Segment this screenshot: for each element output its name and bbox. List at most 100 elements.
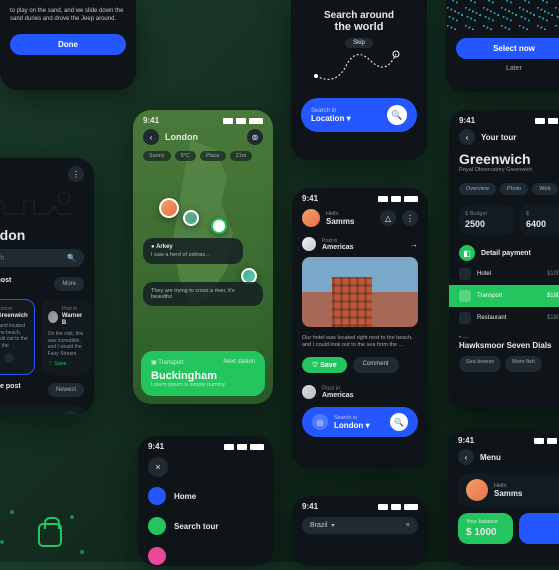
chip-place[interactable]: Place (200, 151, 226, 161)
comment-button[interactable]: Comment (353, 357, 399, 373)
filter-icon[interactable]: ⋮ (68, 166, 84, 182)
card-label: Transport (158, 360, 183, 366)
post-card-tower[interactable]: Post in Tower of London → (0, 405, 86, 414)
map-message-1[interactable]: ● Arkey I saw a herd of zebras... (143, 238, 243, 264)
target-icon: ◎ (312, 414, 328, 430)
phone-search-brazil: 9:41 Brazil ▾ × (292, 496, 428, 566)
clear-icon[interactable]: × (406, 522, 410, 529)
user-avatar[interactable] (302, 209, 320, 227)
menu-item-home[interactable]: Home (138, 481, 274, 511)
chevron-down-icon: ▾ (347, 114, 351, 123)
chip-sunny[interactable]: Sunny (143, 151, 171, 161)
newest-button[interactable]: Newest (48, 383, 84, 397)
tour-subtitle: Royal Observatory Greenwich (459, 167, 559, 173)
signal-icon (378, 504, 388, 510)
phone-menu: 9:41 × Home Search tour (138, 436, 274, 566)
detail-payment-label: Detail payment (481, 250, 531, 257)
tab-overview[interactable]: Overview (459, 183, 496, 195)
path-doodle (291, 46, 427, 90)
more-button[interactable]: More (54, 277, 84, 291)
search-icon: 🔍 (67, 254, 76, 262)
place-name: Hawksmoor Seven Dials (459, 341, 559, 350)
msg-author: Arkey (156, 244, 173, 250)
post-body: I visited and located right to the beach… (0, 323, 28, 349)
arrow-right-icon[interactable]: → (410, 240, 418, 249)
status-time: 9:41 (143, 116, 159, 125)
secondary-block[interactable] (519, 513, 559, 544)
back-button[interactable]: ‹ (458, 449, 474, 465)
back-button[interactable]: ‹ (143, 129, 159, 145)
phone-tour-greenwich: 9:41 ‹ Your tour Greenwich Royal Observa… (449, 110, 559, 410)
menu-item-3[interactable] (138, 541, 274, 566)
lock-decoration (0, 500, 110, 570)
location-icon[interactable]: ⊚ (247, 129, 263, 145)
search-input[interactable]: Search 🔍 (0, 249, 84, 267)
wifi-icon (548, 118, 558, 124)
destination-card[interactable]: ▣ Transport Next station Buckingham Lore… (141, 351, 265, 396)
map-pin-3[interactable] (211, 218, 227, 234)
later-link[interactable]: Later (456, 65, 559, 72)
battery-icon (404, 504, 418, 510)
menu-item-search-tour[interactable]: Search tour (138, 511, 274, 541)
wifi-icon (237, 444, 247, 450)
user-avatar (466, 479, 488, 501)
search-london-pill[interactable]: ◎ Search in London ▾ 🔍 (302, 407, 418, 437)
tab-web[interactable]: Web (532, 183, 557, 195)
chip-sea-breeze[interactable]: Sea breeze (459, 356, 501, 372)
action-dot[interactable] (4, 353, 14, 363)
balance-block[interactable]: Your balance $ 1000 (458, 513, 513, 544)
line-item-hotel[interactable]: Hotel $1000/day (449, 263, 559, 285)
destination-title: Buckingham (151, 370, 255, 382)
phone-feed: 9:41 Hello Samms △ ⋮ Post in Americas → … (292, 188, 428, 468)
bell-icon[interactable]: △ (380, 210, 396, 226)
chip-temp[interactable]: 8°C (175, 151, 196, 161)
chip-more-fish[interactable]: More fish (505, 356, 542, 372)
phone-search-world: Search around the world Skip Search in L… (291, 0, 427, 160)
search-value: Location (311, 114, 344, 123)
post-photo[interactable] (302, 257, 418, 327)
total-value: 6400 (526, 219, 559, 229)
user-name: Samms (326, 217, 354, 226)
line-item-transport[interactable]: Transport $1800/day (449, 285, 559, 307)
select-now-button[interactable]: Select now (456, 38, 559, 59)
search-go-button[interactable]: 🔍 (387, 105, 407, 125)
line-item-restaurant[interactable]: Restaurant $1800/day (449, 307, 559, 329)
post-avatar[interactable] (302, 237, 316, 251)
search-value: London (334, 421, 363, 430)
post-sublabel: Post in (0, 413, 36, 414)
chip-time[interactable]: 21m (230, 151, 253, 161)
tab-photo[interactable]: Photo (500, 183, 528, 195)
city-skyline-art (0, 186, 94, 216)
next-location: Americas (322, 392, 354, 399)
globe-dots-art (446, 0, 559, 30)
budget-box: $ Budget 2500 (459, 205, 514, 235)
next-avatar[interactable] (302, 385, 316, 399)
save-button[interactable]: ♡ Save (48, 361, 67, 368)
search-location-pill[interactable]: Search in Location ▾ 🔍 (301, 98, 417, 132)
arrow-right-icon[interactable]: → (62, 411, 78, 414)
restaurant-price: $1800/day (547, 315, 559, 321)
map-pin-2[interactable] (183, 210, 199, 226)
home-icon (148, 487, 166, 505)
map-message-2[interactable]: They are trying to cross a river, it's b… (143, 282, 263, 306)
tour-title: Greenwich (459, 151, 559, 167)
save-button[interactable]: ♡ Save (302, 357, 347, 373)
menu-icon[interactable]: ⋮ (402, 210, 418, 226)
done-button[interactable]: Done (10, 34, 126, 55)
budget-value: 2500 (465, 219, 508, 229)
wifi-icon (391, 504, 401, 510)
status-bar: 9:41 (292, 496, 428, 513)
signal-icon (378, 196, 388, 202)
back-button[interactable]: ‹ (459, 129, 475, 145)
heading-line2: the world (307, 21, 411, 33)
search-placeholder: Search (0, 255, 4, 262)
post-card-warner[interactable]: Post in Warner B On the visit, this was … (41, 299, 91, 375)
status-bar: 9:41 (133, 110, 273, 127)
search-go-button[interactable]: 🔍 (390, 413, 408, 431)
post-card-greenwich[interactable]: Post in Greenwich I visited and located … (0, 299, 35, 375)
map-pin-1[interactable] (159, 198, 179, 218)
user-card[interactable]: Hello Samms (458, 473, 559, 507)
search-input[interactable]: Brazil ▾ × (302, 517, 418, 534)
close-button[interactable]: × (148, 457, 168, 477)
battery-icon (404, 196, 418, 202)
